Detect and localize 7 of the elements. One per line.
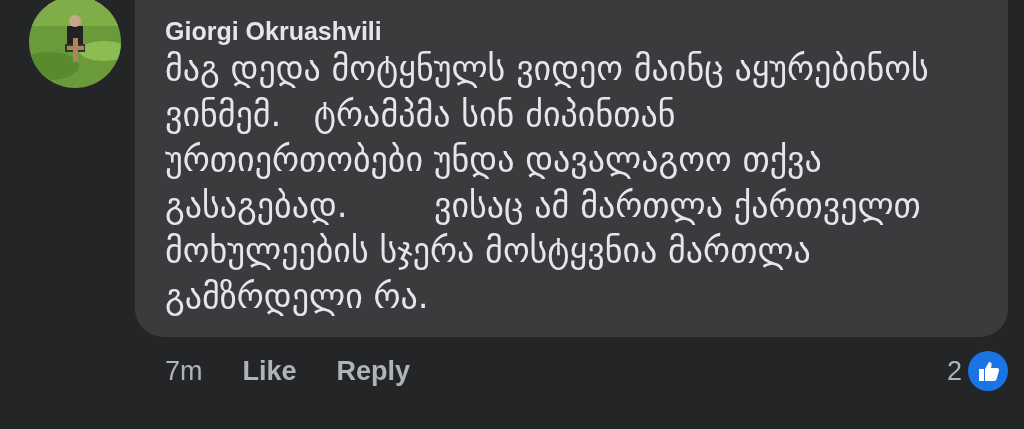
author-name[interactable]: Giorgi Okruashvili: [165, 16, 996, 46]
comment-action-link[interactable]: Reply: [336, 355, 411, 387]
timestamp: 7m: [165, 355, 203, 387]
thumbs-up-icon: [968, 351, 1008, 391]
comment-action-link[interactable]: Like: [242, 355, 297, 387]
comment-text: მაგ დედა მოტყნულს ვიდეო მაინც აყურებინოს ვინმემ. ტრამპმა სინ ძიპინთან ურთიერთობები უნდა დავალაგოო თქვა გასაგებად. ვისაც ამ მართლა ქართველთ მოხულეების სჯერა მოსტყვნია მართლა გამზრდელი რა.: [165, 47, 930, 318]
reaction-count: 2: [946, 355, 962, 387]
